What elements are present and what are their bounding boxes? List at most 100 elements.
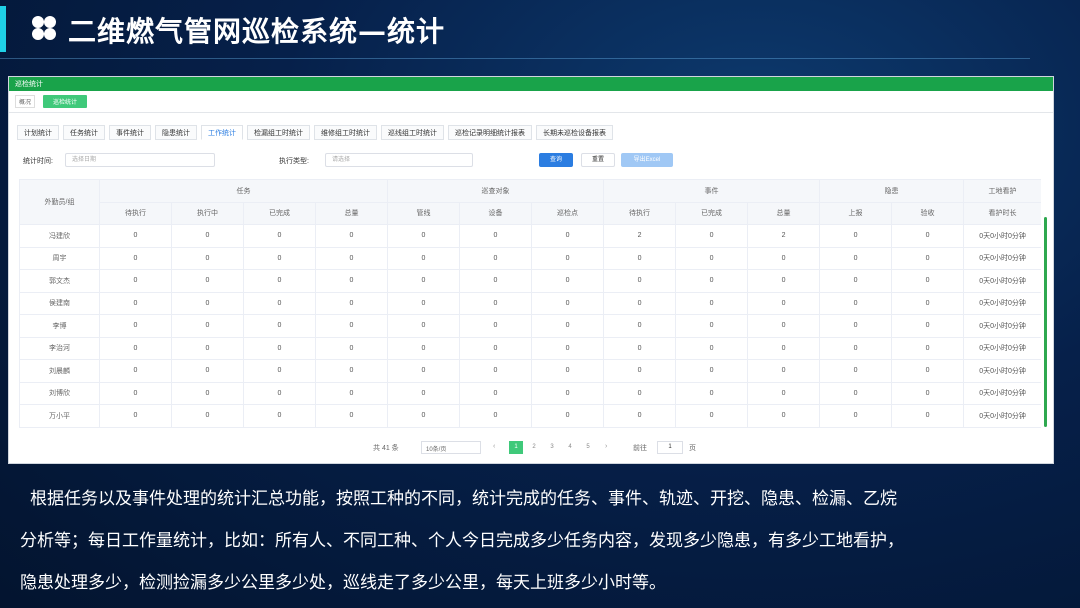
tab-8[interactable]: 巡检记录明细统计报表 [448, 125, 532, 140]
query-button[interactable]: 查询 [539, 153, 573, 167]
cell-value: 0 [459, 291, 532, 315]
stat-tabs: 计划统计 任务统计 事件统计 隐患统计 工作统计 检漏组工时统计 维修组工时统计 巡线组工时统… [9, 125, 1053, 143]
tab-5[interactable]: 检漏组工时统计 [247, 125, 310, 140]
tab-4[interactable]: 工作统计 [201, 125, 243, 140]
column-header[interactable]: 管线 [387, 201, 460, 225]
window-title: 巡检统计 [15, 81, 43, 88]
cell-value: 0 [315, 224, 388, 248]
column-header[interactable]: 执行中 [171, 201, 244, 225]
reset-button[interactable]: 重置 [581, 153, 615, 167]
tab-3[interactable]: 隐患统计 [155, 125, 197, 140]
cell-value: 0 [675, 246, 749, 270]
column-header[interactable]: 待执行 [603, 201, 677, 225]
column-header[interactable]: 总量 [315, 201, 388, 225]
page-size-select[interactable]: 10条/页 [421, 441, 481, 454]
column-header[interactable]: 已完成 [675, 201, 749, 225]
cell-value: 0 [99, 269, 172, 293]
tab-6[interactable]: 维修组工时统计 [314, 125, 377, 140]
page-number[interactable]: 5 [581, 441, 595, 454]
cell-value: 0 [891, 359, 965, 383]
page-unit: 页 [689, 445, 696, 452]
cell-value: 0 [603, 291, 677, 315]
cell-value: 0 [675, 269, 749, 293]
cell-name: 郭文杰 [19, 269, 100, 293]
page-number[interactable]: 1 [509, 441, 523, 454]
table-row: 李博 0 0 0 0 0 0 0 0 0 0 0 0 0天0小时0分钟 [19, 314, 1041, 338]
cell-value: 0 [747, 404, 821, 428]
page-number[interactable]: 2 [527, 441, 541, 454]
cell-value: 0 [819, 381, 893, 405]
time-input[interactable]: 选择日期 [65, 153, 215, 167]
tab-9[interactable]: 长期未巡检设备报表 [536, 125, 613, 140]
cell-value: 0 [387, 314, 460, 338]
cell-value: 0 [530, 381, 605, 405]
table-row: 刘晨麟 0 0 0 0 0 0 0 0 0 0 0 0 0天0小时0分钟 [19, 359, 1041, 383]
cell-value: 0 [675, 224, 749, 248]
breadcrumb-home[interactable]: 概况 [15, 95, 36, 108]
cell-value: 0 [530, 269, 605, 293]
cell-value: 0 [675, 381, 749, 405]
cell-value: 0 [315, 359, 388, 383]
page-number[interactable]: 3 [545, 441, 559, 454]
cell-value: 0 [459, 314, 532, 338]
cell-value: 0 [819, 404, 893, 428]
page-number[interactable]: 4 [563, 441, 577, 454]
app-screenshot: 巡检统计 概况 巡检统计 计划统计 任务统计 事件统计 隐患统计 工作统计 检漏组工时统计… [8, 76, 1054, 464]
table-scrollbar[interactable] [1044, 217, 1047, 427]
table-row: 刘博欣 0 0 0 0 0 0 0 0 0 0 0 0 0天0小时0分钟 [19, 381, 1041, 405]
column-header[interactable]: 巡检点 [530, 201, 605, 225]
tab-2[interactable]: 事件统计 [109, 125, 151, 140]
breadcrumb-active-tab[interactable]: 巡检统计 [43, 95, 88, 108]
caption-line-2: 分析等；每日工作量统计，比如：所有人、不同工种、个人今日完成多少任务内容，发现多… [20, 531, 904, 551]
table-row: 侯建南 0 0 0 0 0 0 0 0 0 0 0 0 0天0小时0分钟 [19, 291, 1041, 315]
cell-value: 0 [675, 314, 749, 338]
cell-value: 0 [819, 224, 893, 248]
header-accent-bar [0, 6, 6, 52]
cell-value: 0 [171, 404, 244, 428]
table-row: 冯建欣 0 0 0 0 0 0 0 2 0 2 0 0 0天0小时0分钟 [19, 224, 1041, 248]
slide-title: 二维燃气管网巡检系统—统计 [68, 15, 446, 48]
cell-value: 0 [603, 381, 677, 405]
column-header[interactable]: 看护时长 [963, 201, 1041, 225]
time-label: 统计时间: [23, 158, 53, 165]
cell-name: 李治河 [19, 336, 100, 360]
group-header: 隐患 [819, 179, 965, 203]
cell-value: 0 [99, 291, 172, 315]
column-header[interactable]: 总量 [747, 201, 821, 225]
tab-0[interactable]: 计划统计 [17, 125, 59, 140]
cell-value: 0 [315, 336, 388, 360]
tab-7[interactable]: 巡线组工时统计 [381, 125, 444, 140]
cell-value: 0天0小时0分钟 [963, 269, 1041, 293]
cell-value: 0 [171, 246, 244, 270]
group-header: 工地看护 [963, 179, 1041, 203]
next-page-icon[interactable]: › [605, 443, 607, 450]
cell-value: 0 [819, 359, 893, 383]
stats-table-wrap: 外勤员/组 任务 巡查对象 事件 隐患 工地看护 待执行 执行中 已完成 总量 管线 设备 巡检点 待执行… [19, 179, 1041, 441]
export-button[interactable]: 导出Excel [621, 153, 673, 167]
cell-value: 0 [243, 336, 316, 360]
cell-value: 0 [530, 404, 605, 428]
cell-value: 0 [315, 269, 388, 293]
type-select[interactable]: 请选择 [325, 153, 473, 167]
prev-page-icon[interactable]: ‹ [493, 443, 495, 450]
cell-value: 0 [459, 404, 532, 428]
cell-value: 2 [603, 224, 677, 248]
column-header[interactable]: 设备 [459, 201, 532, 225]
type-label: 执行类型: [279, 158, 309, 165]
cell-value: 0 [891, 404, 965, 428]
stats-table: 外勤员/组 任务 巡查对象 事件 隐患 工地看护 待执行 执行中 已完成 总量 管线 设备 巡检点 待执行… [19, 179, 1041, 428]
goto-page-input[interactable]: 1 [657, 441, 683, 454]
cell-value: 0 [243, 359, 316, 383]
cell-value: 0 [171, 359, 244, 383]
cell-name: 万小平 [19, 404, 100, 428]
column-header[interactable]: 上报 [819, 201, 893, 225]
cell-value: 0 [603, 404, 677, 428]
column-header[interactable]: 待执行 [99, 201, 172, 225]
column-header[interactable]: 已完成 [243, 201, 316, 225]
group-header: 巡查对象 [386, 179, 605, 203]
cell-value: 0天0小时0分钟 [963, 336, 1041, 360]
window-titlebar: 巡检统计 [9, 77, 1053, 91]
column-header[interactable]: 验收 [891, 201, 965, 225]
tab-1[interactable]: 任务统计 [63, 125, 105, 140]
cell-value: 0 [315, 314, 388, 338]
